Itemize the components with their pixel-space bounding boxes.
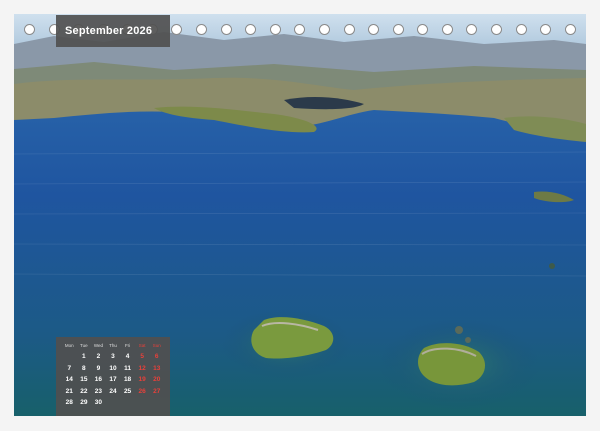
calendar-day: 25 xyxy=(123,387,132,395)
binding-ring xyxy=(490,24,502,35)
binding-ring xyxy=(466,24,478,35)
calendar-day: 10 xyxy=(109,364,117,372)
calendar-day: 12 xyxy=(138,364,146,372)
weekday-header: Sun xyxy=(152,343,161,348)
binding-ring xyxy=(220,24,232,35)
calendar-day: 5 xyxy=(140,353,144,360)
calendar-empty-cell xyxy=(106,398,121,408)
calendar-day: 27 xyxy=(153,387,161,395)
calendar-day: 26 xyxy=(138,387,146,395)
binding-ring xyxy=(417,24,429,35)
binding-ring xyxy=(294,24,306,35)
calendar-day: 21 xyxy=(65,387,73,395)
calendar-day: 3 xyxy=(111,353,115,360)
binding-ring xyxy=(171,24,183,35)
weekday-header: Mon xyxy=(64,343,74,348)
month-title: September 2026 xyxy=(56,15,170,47)
calendar-day: 15 xyxy=(80,376,88,383)
binding-ring xyxy=(540,24,552,35)
calendar-day: 28 xyxy=(65,399,73,406)
calendar-day: 2 xyxy=(96,353,101,360)
calendar-empty-cell xyxy=(149,398,164,408)
calendar-day: 22 xyxy=(80,387,88,395)
calendar-day: 29 xyxy=(80,399,88,406)
binding-ring xyxy=(368,24,380,35)
calendar-day: 24 xyxy=(109,387,117,395)
calendar-day: 30 xyxy=(94,399,103,406)
weekday-header: Fri xyxy=(124,343,131,348)
weekday-header: Wed xyxy=(93,343,103,348)
binding-ring xyxy=(392,24,404,35)
calendar-day: 18 xyxy=(123,376,132,383)
calendar-day: 19 xyxy=(138,376,146,383)
binding-ring xyxy=(343,24,355,35)
binding-ring xyxy=(24,24,35,35)
calendar-day: 16 xyxy=(94,376,103,383)
binding-ring xyxy=(441,24,453,35)
calendar-day: 13 xyxy=(153,364,161,372)
binding-ring xyxy=(196,24,208,35)
binding-ring xyxy=(269,24,281,35)
weekday-header: Tue xyxy=(80,343,88,348)
calendar-day: 14 xyxy=(65,376,73,383)
calendar-day: 9 xyxy=(96,364,101,372)
calendar-empty-cell xyxy=(135,398,150,408)
binding-ring xyxy=(245,24,257,35)
month-calendar-grid: Mon Tue Wed Thu Fri Sat Sun 1 2 3 4 5 6 7 8 9 10 11 12 13 14… xyxy=(56,337,170,416)
weekday-header: Sat xyxy=(138,343,146,348)
calendar-day: 7 xyxy=(67,364,72,372)
calendar-page: September 2026 Mon Tue Wed Thu Fri Sat Sun 1 2 3 4… xyxy=(0,0,600,431)
calendar-day: 20 xyxy=(153,376,161,383)
calendar-day: 23 xyxy=(94,387,103,395)
calendar-day: 1 xyxy=(82,353,86,360)
calendar-day: 6 xyxy=(154,353,159,360)
calendar-empty-cell xyxy=(62,352,77,362)
calendar-day: 4 xyxy=(125,353,130,360)
calendar-empty-cell xyxy=(120,398,135,408)
binding-ring xyxy=(318,24,330,35)
calendar-day: 11 xyxy=(124,364,131,372)
binding-ring xyxy=(564,24,576,35)
binding-ring xyxy=(515,24,527,35)
calendar-day: 8 xyxy=(82,364,86,372)
calendar-day: 17 xyxy=(109,376,117,383)
weekday-header: Thu xyxy=(109,343,117,348)
